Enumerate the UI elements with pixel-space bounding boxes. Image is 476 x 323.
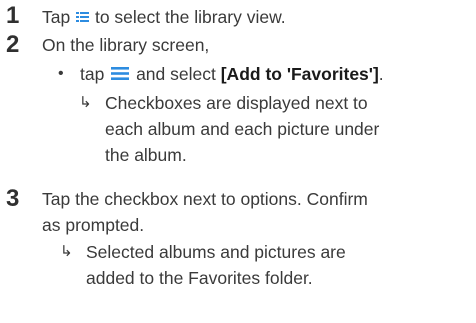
step-3-line-1: Tap the checkbox next to options. Confir…	[42, 189, 368, 209]
add-to-favorites-label: [Add to 'Favorites']	[220, 64, 379, 84]
step-2-result-line-2: each album and each picture under	[105, 119, 380, 139]
instruction-page: 1 Tap to select the library view. 2 On t…	[0, 0, 476, 323]
step-2-bullet-text: tap and select [Add to 'Favorites'].	[80, 63, 384, 85]
step-2-text: On the library screen,	[42, 35, 210, 55]
step-2-result-line-3: the album.	[105, 145, 187, 165]
step-number-3: 3	[6, 185, 20, 212]
bullet-text-end: .	[378, 64, 384, 84]
step-number-1: 1	[6, 2, 20, 29]
step-3-line-2: as prompted.	[42, 215, 145, 235]
step-1-text-before: Tap	[42, 7, 71, 27]
step-3-result-line-2: added to the Favorites folder.	[86, 268, 313, 288]
step-3-result-arrow: ↳	[60, 243, 73, 260]
bullet-text-mid: and select	[136, 64, 216, 84]
library-grid-icon	[76, 5, 90, 22]
step-3-result-line-1: Selected albums and pictures are	[86, 242, 346, 262]
step-1-text: Tap to select the library view.	[42, 5, 286, 28]
step-2-result-arrow: ↳	[79, 94, 92, 111]
bullet-text-before: tap	[80, 64, 105, 84]
step-1-text-after: to select the library view.	[94, 7, 286, 27]
step-number-2: 2	[6, 31, 20, 58]
step-2-result-line-1: Checkboxes are displayed next to	[105, 93, 368, 113]
step-2-bullet-marker: •	[58, 65, 64, 82]
menu-icon	[111, 63, 130, 80]
